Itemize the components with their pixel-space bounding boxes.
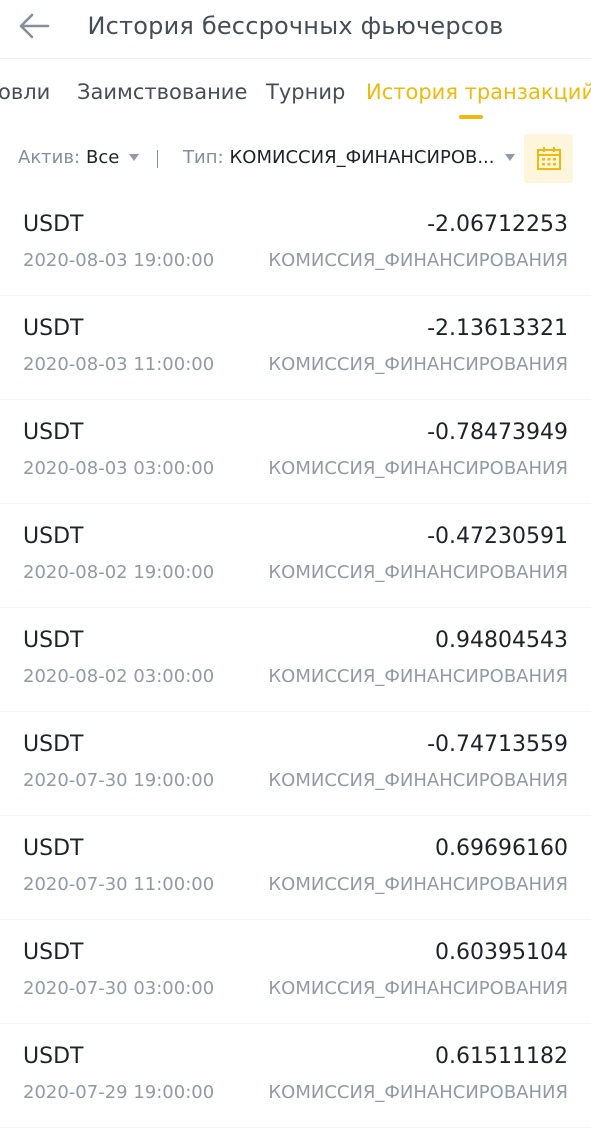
calendar-icon xyxy=(536,146,561,170)
timestamp: 2020-08-03 03:00:00 xyxy=(23,458,215,479)
tab-tournament[interactable]: Турнир xyxy=(266,80,345,104)
transaction-type: КОМИССИЯ_ФИНАНСИРОВАНИЯ xyxy=(268,1082,568,1103)
asset-symbol: USDT xyxy=(23,836,84,861)
timestamp: 2020-07-30 19:00:00 xyxy=(23,770,215,791)
timestamp: 2020-08-03 11:00:00 xyxy=(23,354,215,375)
timestamp: 2020-08-03 19:00:00 xyxy=(23,250,215,271)
asset-filter-value: Все xyxy=(86,147,120,168)
amount: -0.47230591 xyxy=(427,524,568,549)
filter-separator xyxy=(157,150,158,168)
calendar-button[interactable] xyxy=(524,134,573,183)
tab-borrowing[interactable]: Заимствование xyxy=(77,80,247,104)
type-filter-value: КОМИССИЯ_ФИНАНСИРОВ... xyxy=(229,147,495,168)
amount: 0.94804543 xyxy=(435,628,568,653)
tab-transaction-history[interactable]: История транзакций xyxy=(366,80,591,104)
list-item[interactable]: USDT -0.74713559 2020-07-30 19:00:00 КОМ… xyxy=(0,712,591,816)
asset-symbol: USDT xyxy=(23,628,84,653)
timestamp: 2020-07-30 11:00:00 xyxy=(23,874,215,895)
tab-bar: овли Заимствование Турнир История транза… xyxy=(0,58,591,122)
type-filter-label: Тип: xyxy=(183,147,224,168)
list-item[interactable]: USDT 0.60395104 2020-07-30 03:00:00 КОМИ… xyxy=(0,920,591,1024)
type-filter[interactable]: Тип: КОМИССИЯ_ФИНАНСИРОВ... xyxy=(183,147,515,168)
list-item[interactable]: USDT -2.06712253 2020-08-03 19:00:00 КОМ… xyxy=(0,192,591,296)
transaction-type: КОМИССИЯ_ФИНАНСИРОВАНИЯ xyxy=(268,354,568,375)
active-tab-indicator xyxy=(459,115,483,119)
list-item[interactable]: USDT 0.61511182 2020-07-29 19:00:00 КОМИ… xyxy=(0,1024,591,1128)
timestamp: 2020-07-30 03:00:00 xyxy=(23,978,215,999)
list-item[interactable]: USDT 0.94804543 2020-08-02 03:00:00 КОМИ… xyxy=(0,608,591,712)
transaction-type: КОМИССИЯ_ФИНАНСИРОВАНИЯ xyxy=(268,250,568,271)
asset-symbol: USDT xyxy=(23,212,84,237)
amount: -2.06712253 xyxy=(427,212,568,237)
transaction-list: USDT -2.06712253 2020-08-03 19:00:00 КОМ… xyxy=(0,192,591,1128)
tab-partial-previous[interactable]: овли xyxy=(0,80,50,104)
transaction-type: КОМИССИЯ_ФИНАНСИРОВАНИЯ xyxy=(268,770,568,791)
amount: -2.13613321 xyxy=(427,316,568,341)
transaction-type: КОМИССИЯ_ФИНАНСИРОВАНИЯ xyxy=(268,978,568,999)
amount: 0.60395104 xyxy=(435,940,568,965)
filter-bar: Актив: Все Тип: КОМИССИЯ_ФИНАНСИРОВ... xyxy=(0,132,591,184)
timestamp: 2020-07-29 19:00:00 xyxy=(23,1082,215,1103)
list-item[interactable]: USDT -0.78473949 2020-08-03 03:00:00 КОМ… xyxy=(0,400,591,504)
caret-down-icon xyxy=(129,154,140,161)
asset-symbol: USDT xyxy=(23,1044,84,1069)
asset-filter[interactable]: Актив: Все xyxy=(18,147,140,168)
timestamp: 2020-08-02 03:00:00 xyxy=(23,666,215,687)
header-bar: История бессрочных фьючерсов xyxy=(0,0,591,56)
transaction-type: КОМИССИЯ_ФИНАНСИРОВАНИЯ xyxy=(268,874,568,895)
asset-symbol: USDT xyxy=(23,420,84,445)
list-item[interactable]: USDT -2.13613321 2020-08-03 11:00:00 КОМ… xyxy=(0,296,591,400)
caret-down-icon xyxy=(504,154,515,161)
amount: -0.78473949 xyxy=(427,420,568,445)
asset-symbol: USDT xyxy=(23,316,84,341)
transaction-type: КОМИССИЯ_ФИНАНСИРОВАНИЯ xyxy=(268,458,568,479)
amount: -0.74713559 xyxy=(427,732,568,757)
amount: 0.61511182 xyxy=(435,1044,568,1069)
list-item[interactable]: USDT 0.69696160 2020-07-30 11:00:00 КОМИ… xyxy=(0,816,591,920)
page-title: История бессрочных фьючерсов xyxy=(87,12,504,40)
amount: 0.69696160 xyxy=(435,836,568,861)
asset-symbol: USDT xyxy=(23,524,84,549)
timestamp: 2020-08-02 19:00:00 xyxy=(23,562,215,583)
transaction-type: КОМИССИЯ_ФИНАНСИРОВАНИЯ xyxy=(268,666,568,687)
transaction-type: КОМИССИЯ_ФИНАНСИРОВАНИЯ xyxy=(268,562,568,583)
asset-symbol: USDT xyxy=(23,732,84,757)
asset-filter-label: Актив: xyxy=(18,147,81,168)
list-item[interactable]: USDT -0.47230591 2020-08-02 19:00:00 КОМ… xyxy=(0,504,591,608)
asset-symbol: USDT xyxy=(23,940,84,965)
